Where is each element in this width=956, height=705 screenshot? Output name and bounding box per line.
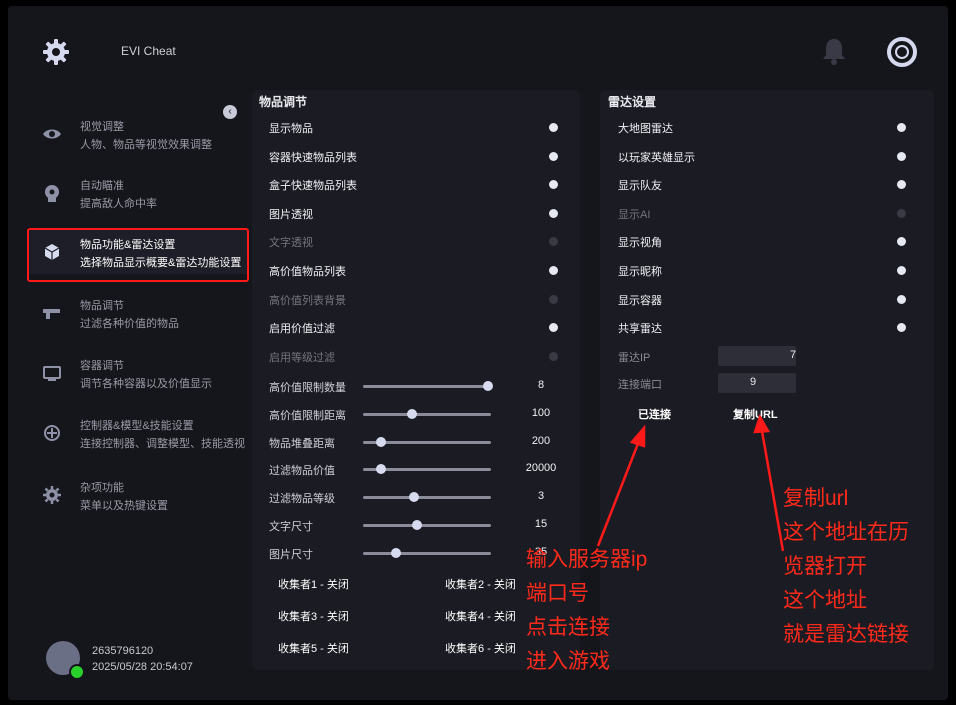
annotation-right: 复制url 这个地址在历 览器打开这个地址就是雷达链接	[783, 482, 909, 652]
annotation-left: 输入服务器ip 端口号点击连接进入游戏	[526, 543, 647, 679]
annotation-line: 这个地址	[783, 589, 867, 612]
user-id: 2635796120	[92, 645, 154, 657]
app-window: EVI Cheat ‹ 视觉调整 人物、物品等视觉效果调整 自动瞄准 提高敌人命中率物…	[8, 6, 948, 700]
online-status-dot	[69, 664, 85, 680]
annotation-line: 就是雷达链接	[783, 623, 909, 646]
annotation-line: 复制url	[783, 487, 849, 510]
annotation-line: 输入服务器ip	[526, 548, 648, 571]
annotation-line: 进入游戏	[526, 650, 610, 673]
annotation-line: 这个地址在历	[783, 521, 909, 544]
annotation-line: 端口号	[526, 582, 589, 605]
datetime: 2025/05/28 20:54:07	[92, 661, 193, 673]
annotation-line: 览器打开	[783, 555, 867, 578]
annotation-line: 点击连接	[526, 616, 610, 639]
